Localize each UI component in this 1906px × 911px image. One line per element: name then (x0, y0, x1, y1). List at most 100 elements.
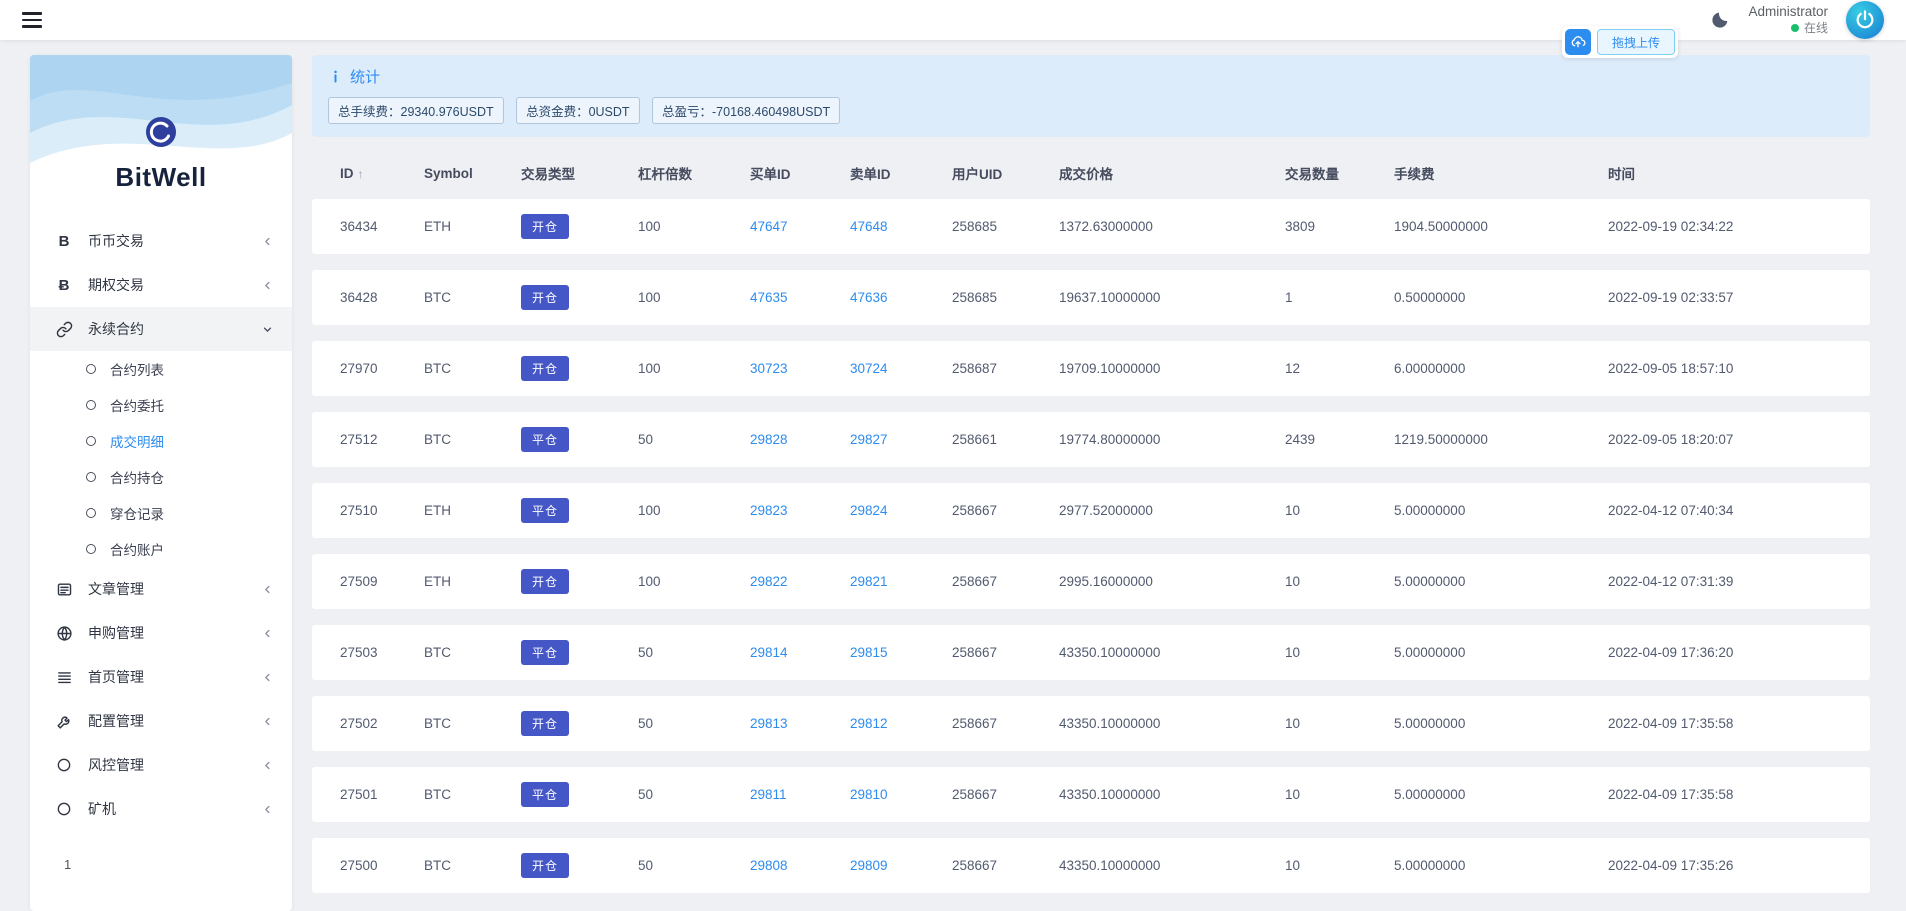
buy-order-link[interactable]: 30723 (750, 361, 788, 376)
drag-upload-button[interactable]: 拖拽上传 (1597, 29, 1675, 55)
info-icon (328, 69, 343, 84)
buy-order-link[interactable]: 29813 (750, 716, 788, 731)
buy-order-link[interactable]: 29808 (750, 858, 788, 873)
buy-order-link[interactable]: 47635 (750, 290, 788, 305)
sidebar: BitWell B 币币交易 Ƀ 期权交易 永续合约 合约列表 合约委托 成交明… (30, 55, 292, 911)
column-header-卖单ID: 卖单ID (840, 163, 942, 183)
sort-asc-icon[interactable]: ↑ (358, 167, 364, 181)
circle-bullet-icon (86, 364, 96, 374)
trade-type-badge: 平仓 (521, 782, 569, 807)
sell-order-link[interactable]: 29821 (850, 574, 888, 589)
buy-order-link[interactable]: 29828 (750, 432, 788, 447)
sell-order-link[interactable]: 29810 (850, 787, 888, 802)
cell-time: 2022-04-12 07:40:34 (1598, 483, 1870, 538)
cell-price: 1372.63000000 (1049, 199, 1275, 254)
sidebar-item-永续合约[interactable]: 永续合约 (30, 307, 292, 351)
cell-buy-order: 29808 (740, 838, 840, 893)
sell-order-link[interactable]: 30724 (850, 361, 888, 376)
cell-price: 43350.10000000 (1049, 838, 1275, 893)
sidebar-item-文章管理[interactable]: 文章管理 (30, 567, 292, 611)
cell-id: 27503 (312, 625, 414, 680)
sidebar-item-配置管理[interactable]: 配置管理 (30, 699, 292, 743)
cell-quantity: 10 (1275, 838, 1384, 893)
circle-icon (54, 801, 74, 817)
cell-quantity: 10 (1275, 767, 1384, 822)
cell-quantity: 10 (1275, 483, 1384, 538)
cell-id: 27501 (312, 767, 414, 822)
sidebar-item-风控管理[interactable]: 风控管理 (30, 743, 292, 787)
sidebar-item-期权交易[interactable]: Ƀ 期权交易 (30, 263, 292, 307)
cell-user-uid: 258661 (942, 412, 1049, 467)
sell-order-link[interactable]: 29809 (850, 858, 888, 873)
sidebar-subitem-合约委托[interactable]: 合约委托 (30, 387, 292, 423)
buy-order-link[interactable]: 29814 (750, 645, 788, 660)
cell-quantity: 12 (1275, 341, 1384, 396)
table-header-row: ID↑Symbol交易类型杠杆倍数买单ID卖单ID用户UID成交价格交易数量手续… (312, 163, 1870, 183)
buy-order-link[interactable]: 47647 (750, 219, 788, 234)
main-content: 统计 总手续费：29340.976USDT 总资金费：0USDT 总盈亏：-70… (312, 55, 1870, 909)
cell-buy-order: 29828 (740, 412, 840, 467)
table-row: 27970 BTC 开仓 100 30723 30724 258687 1970… (312, 341, 1870, 396)
column-header-手续费: 手续费 (1384, 163, 1598, 183)
bitcoin-icon: Ƀ (54, 277, 74, 294)
cell-sell-order: 29821 (840, 554, 942, 609)
sidebar-item-首页管理[interactable]: 首页管理 (30, 655, 292, 699)
cell-quantity: 3809 (1275, 199, 1384, 254)
list-icon (54, 669, 74, 686)
sell-order-link[interactable]: 47648 (850, 219, 888, 234)
coin-b-icon: B (54, 233, 74, 250)
cell-quantity: 1 (1275, 270, 1384, 325)
cell-trade-type: 平仓 (511, 767, 628, 822)
sidebar-item-币币交易[interactable]: B 币币交易 (30, 219, 292, 263)
chevron-icon (261, 323, 274, 336)
sell-order-link[interactable]: 29812 (850, 716, 888, 731)
cell-leverage: 50 (628, 625, 740, 680)
cell-price: 43350.10000000 (1049, 767, 1275, 822)
sidebar-subitem-合约列表[interactable]: 合约列表 (30, 351, 292, 387)
sidebar-item-申购管理[interactable]: 申购管理 (30, 611, 292, 655)
buy-order-link[interactable]: 29823 (750, 503, 788, 518)
cell-leverage: 50 (628, 767, 740, 822)
logo-block: BitWell (30, 55, 292, 219)
cell-fee: 5.00000000 (1384, 838, 1598, 893)
column-header-ID[interactable]: ID↑ (312, 163, 414, 183)
table-row: 36434 ETH 开仓 100 47647 47648 258685 1372… (312, 199, 1870, 254)
upload-cloud-icon[interactable] (1565, 29, 1591, 55)
sidebar-subitem-合约持仓[interactable]: 合约持仓 (30, 459, 292, 495)
sell-order-link[interactable]: 47636 (850, 290, 888, 305)
cell-symbol: BTC (414, 625, 511, 680)
logout-power-button[interactable] (1846, 1, 1884, 39)
menu-toggle-icon[interactable] (22, 12, 42, 28)
stats-panel: 统计 总手续费：29340.976USDT 总资金费：0USDT 总盈亏：-70… (312, 55, 1870, 137)
buy-order-link[interactable]: 29822 (750, 574, 788, 589)
cell-id: 27512 (312, 412, 414, 467)
sell-order-link[interactable]: 29827 (850, 432, 888, 447)
globe-icon (54, 625, 74, 642)
online-status: 在线 (1748, 21, 1828, 36)
sidebar-subitem-穿仓记录[interactable]: 穿仓记录 (30, 495, 292, 531)
dark-mode-icon[interactable] (1710, 10, 1730, 30)
sidebar-item-矿机[interactable]: 矿机 (30, 787, 292, 831)
column-header-用户UID: 用户UID (942, 163, 1049, 183)
cell-user-uid: 258667 (942, 554, 1049, 609)
sidebar-menu: B 币币交易 Ƀ 期权交易 永续合约 合约列表 合约委托 成交明细 合约持仓 穿… (30, 219, 292, 831)
cell-symbol: BTC (414, 767, 511, 822)
table-body: 36434 ETH 开仓 100 47647 47648 258685 1372… (312, 199, 1870, 893)
buy-order-link[interactable]: 29811 (750, 787, 787, 802)
admin-name: Administrator (1748, 4, 1828, 21)
sidebar-subitem-成交明细[interactable]: 成交明细 (30, 423, 292, 459)
cell-user-uid: 258667 (942, 838, 1049, 893)
column-header-Symbol: Symbol (414, 163, 511, 183)
online-dot-icon (1791, 24, 1799, 32)
cell-leverage: 100 (628, 554, 740, 609)
cell-symbol: BTC (414, 341, 511, 396)
cell-trade-type: 平仓 (511, 483, 628, 538)
cell-quantity: 10 (1275, 554, 1384, 609)
sell-order-link[interactable]: 29824 (850, 503, 888, 518)
sidebar-subitem-合约账户[interactable]: 合约账户 (30, 531, 292, 567)
trades-table: ID↑Symbol交易类型杠杆倍数买单ID卖单ID用户UID成交价格交易数量手续… (312, 147, 1870, 909)
cell-id: 27500 (312, 838, 414, 893)
cell-buy-order: 29813 (740, 696, 840, 751)
cell-fee: 1904.50000000 (1384, 199, 1598, 254)
sell-order-link[interactable]: 29815 (850, 645, 888, 660)
